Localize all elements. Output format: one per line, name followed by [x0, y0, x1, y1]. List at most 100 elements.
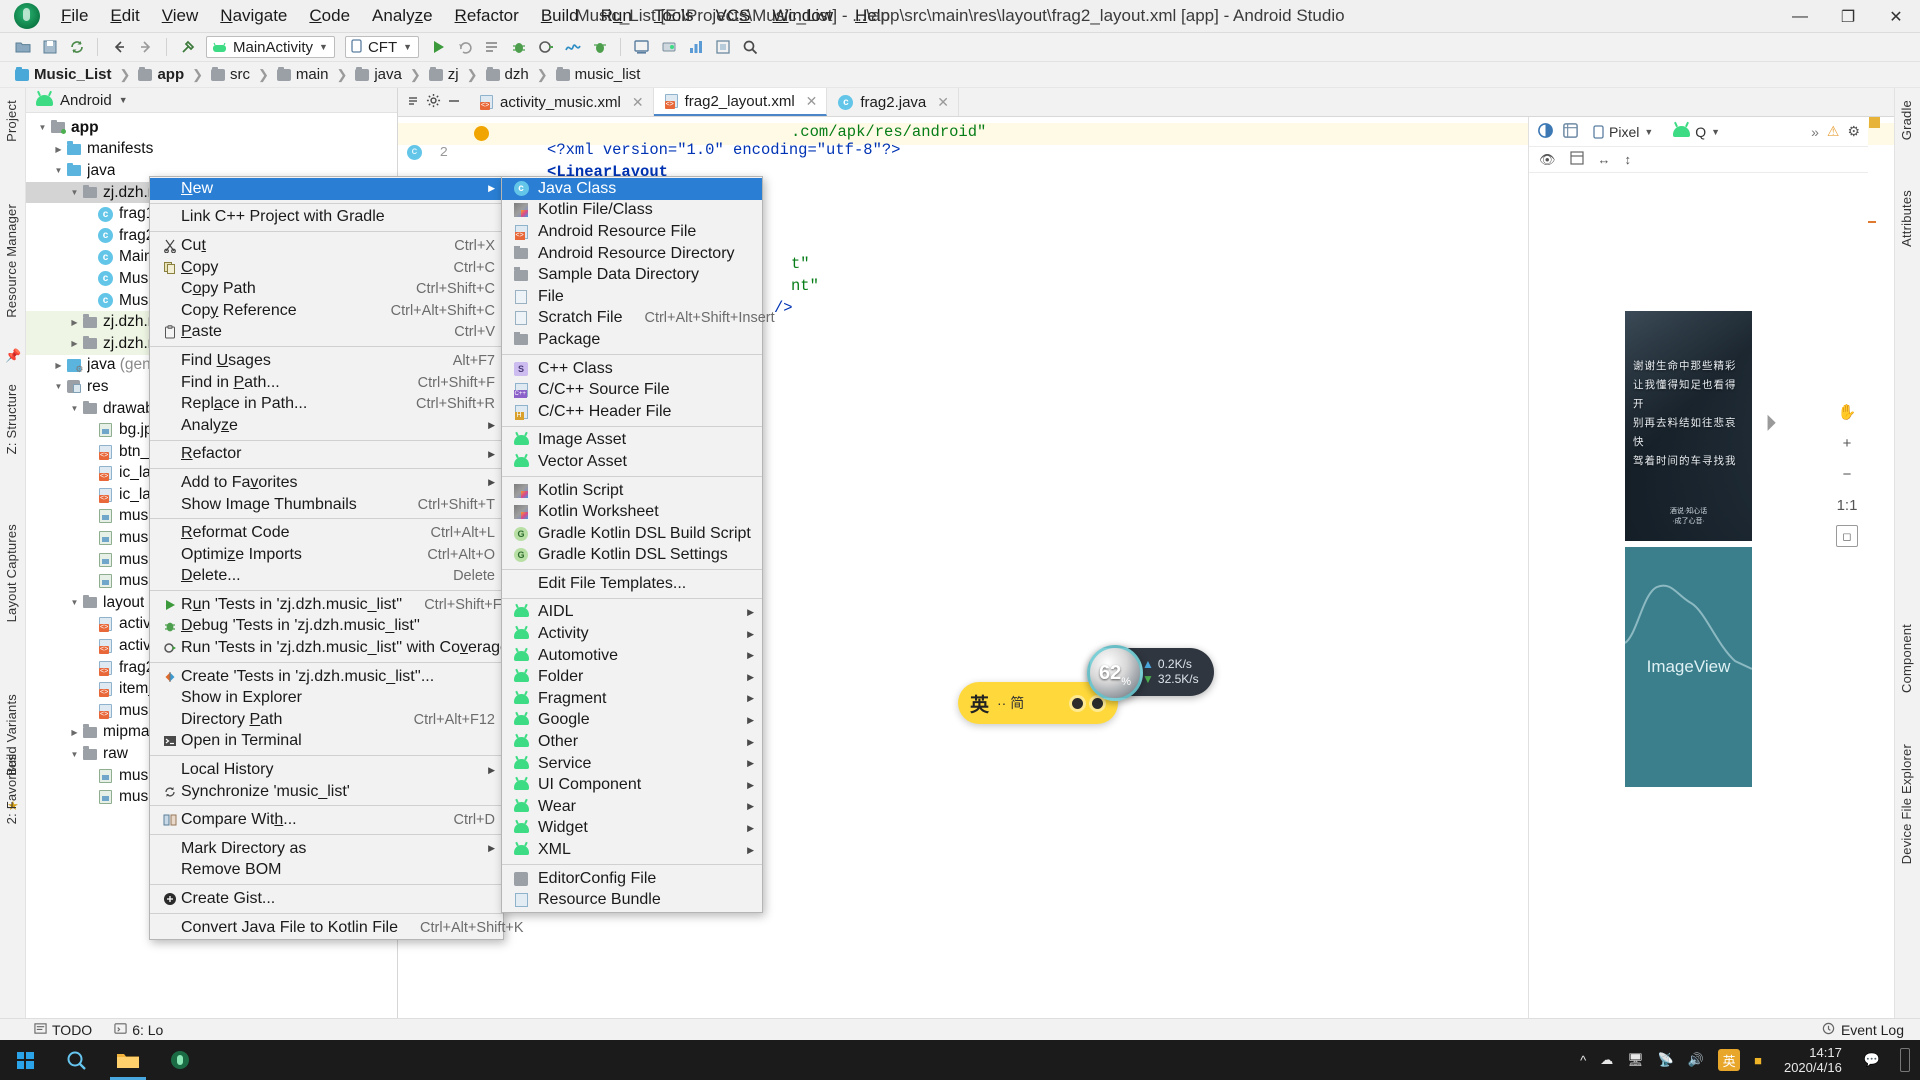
- menu-window[interactable]: Window: [762, 2, 844, 30]
- window-controls[interactable]: — ❐ ✕: [1776, 0, 1920, 33]
- menu-file[interactable]: File: [50, 2, 99, 30]
- device-selector-preview[interactable]: Pixel ▼: [1587, 122, 1659, 142]
- inspection-marker[interactable]: [1869, 117, 1880, 128]
- design-preview-panel[interactable]: Pixel ▼ Q ▼ » ⚠ ⚙ 👁 ↔ ↕ 谢谢生命中那些: [1528, 117, 1868, 1018]
- context-menu-item-create-tests-in-zj-dzh-music-list[interactable]: Create 'Tests in 'zj.dzh.music_list''...: [150, 666, 503, 688]
- tree-twisty-collapsed[interactable]: [52, 361, 65, 370]
- context-menu-item-reformat-code[interactable]: Reformat CodeCtrl+Alt+L: [150, 522, 503, 544]
- context-menu[interactable]: New▶Link C++ Project with GradleCutCtrl+…: [149, 176, 504, 940]
- tree-twisty-expanded[interactable]: [68, 188, 81, 197]
- close-button[interactable]: ✕: [1872, 0, 1920, 33]
- run-tests-icon[interactable]: [587, 35, 612, 60]
- tray-app-icon[interactable]: ■: [1754, 1053, 1762, 1068]
- menu-navigate[interactable]: Navigate: [209, 2, 298, 30]
- chevron-down-icon-2[interactable]: ▼: [403, 42, 412, 52]
- menu-view[interactable]: View: [151, 2, 210, 30]
- layout-icon[interactable]: [1570, 151, 1584, 168]
- menu-analyze[interactable]: Analyze: [361, 2, 444, 30]
- new-submenu-item-edit-file-templates[interactable]: Edit File Templates...: [502, 573, 762, 595]
- context-menu-item-run-tests-in-zj-dzh-music-list-with-coverage[interactable]: Run 'Tests in 'zj.dzh.music_list'' with …: [150, 637, 503, 659]
- cpu-usage-ball[interactable]: 62 %: [1087, 645, 1143, 701]
- system-tray[interactable]: ^ ☁ 🖥 📡 🔊 英 ■ 14:17 2020/4/16 💬: [1580, 1045, 1920, 1075]
- new-submenu-item-editorconfig-file[interactable]: EditorConfig File: [502, 868, 762, 890]
- left-tool-rail[interactable]: Project Resource Manager 📌 Z: Structure …: [0, 88, 26, 1040]
- resize-handle-icon[interactable]: ◢: [1756, 412, 1777, 433]
- rail-tab-attributes[interactable]: Attributes: [1894, 184, 1919, 253]
- start-button[interactable]: [0, 1040, 50, 1080]
- new-submenu-item-c-c-source-file[interactable]: C/C++ Source File: [502, 379, 762, 401]
- breadcrumb-item-7[interactable]: music_list: [553, 65, 644, 84]
- chevron-down-icon-api[interactable]: ▼: [1711, 127, 1720, 137]
- project-view-selector[interactable]: Android ▼: [26, 88, 397, 113]
- new-submenu-item-package[interactable]: Package: [502, 329, 762, 351]
- editor-tab-0[interactable]: activity_music.xml ✕: [469, 88, 654, 116]
- imageview-widget[interactable]: ImageView: [1625, 547, 1752, 787]
- context-menu-item-copy-reference[interactable]: Copy ReferenceCtrl+Alt+Shift+C: [150, 300, 503, 322]
- bottom-tool-window-bar[interactable]: TODO 6: Lo Event Log: [0, 1018, 1920, 1040]
- breadcrumb-item-3[interactable]: main: [274, 65, 332, 84]
- breadcrumb-item-6[interactable]: dzh: [483, 65, 532, 84]
- new-submenu-item-google[interactable]: Google▶: [502, 710, 762, 732]
- menu-refactor[interactable]: Refactor: [444, 2, 530, 30]
- warning-icon[interactable]: ⚠: [1827, 123, 1840, 140]
- tray-ime-indicator[interactable]: 英: [1718, 1049, 1740, 1071]
- settings-icon-preview[interactable]: ⚙: [1847, 123, 1860, 140]
- rail-tab-layout-captures[interactable]: Layout Captures: [0, 518, 24, 628]
- taskbar-android-studio[interactable]: [154, 1040, 206, 1080]
- tray-expand-icon[interactable]: ^: [1580, 1053, 1586, 1068]
- rail-tab-resource-manager[interactable]: Resource Manager: [0, 198, 24, 324]
- apply-changes-icon[interactable]: [452, 35, 477, 60]
- vertical-constraint-icon[interactable]: ↕: [1625, 152, 1632, 167]
- new-submenu-item-service[interactable]: Service▶: [502, 753, 762, 775]
- new-submenu-item-android-resource-file[interactable]: Android Resource File: [502, 221, 762, 243]
- tree-twisty-expanded[interactable]: [36, 123, 49, 132]
- tray-monitor-icon[interactable]: 🖥: [1627, 1052, 1644, 1068]
- hide-icon[interactable]: [447, 94, 461, 111]
- breadcrumb-item-5[interactable]: zj: [426, 65, 462, 84]
- rail-tab-component[interactable]: Component: [1894, 618, 1919, 699]
- new-submenu-item-c-c-header-file[interactable]: C/C++ Header File: [502, 401, 762, 423]
- context-menu-item-debug-tests-in-zj-dzh-music-list[interactable]: Debug 'Tests in 'zj.dzh.music_list'': [150, 616, 503, 638]
- new-submenu-item-other[interactable]: Other▶: [502, 731, 762, 753]
- avd-manager-icon[interactable]: [629, 35, 654, 60]
- tree-twisty-expanded[interactable]: [68, 598, 81, 607]
- tree-twisty-collapsed[interactable]: [68, 318, 81, 327]
- tray-network-icon[interactable]: 📡: [1658, 1052, 1674, 1068]
- context-menu-item-optimize-imports[interactable]: Optimize ImportsCtrl+Alt+O: [150, 544, 503, 566]
- context-menu-item-synchronize-music-list[interactable]: Synchronize 'music_list': [150, 781, 503, 803]
- run-configuration-selector[interactable]: MainActivity ▼: [206, 36, 335, 58]
- notification-icon[interactable]: 💬: [1864, 1052, 1880, 1068]
- ime-language-label[interactable]: 英: [970, 690, 989, 717]
- new-submenu-item-sample-data-directory[interactable]: Sample Data Directory: [502, 264, 762, 286]
- new-submenu[interactable]: cJava ClassKotlin File/ClassAndroid Reso…: [501, 176, 763, 913]
- gutter-class-icon[interactable]: c: [407, 145, 422, 160]
- close-tab-icon-2[interactable]: ✕: [937, 94, 949, 111]
- context-menu-item-copy-path[interactable]: Copy PathCtrl+Shift+C: [150, 278, 503, 300]
- preview-toolbar[interactable]: Pixel ▼ Q ▼ » ⚠ ⚙: [1529, 117, 1868, 147]
- profiler2-icon[interactable]: [683, 35, 708, 60]
- menu-code[interactable]: Code: [298, 2, 361, 30]
- windows-taskbar[interactable]: ^ ☁ 🖥 📡 🔊 英 ■ 14:17 2020/4/16 💬: [0, 1040, 1920, 1080]
- preview-canvas[interactable]: 谢谢生命中那些精彩 让我懂得知足也看得开 别再去料结如往悲哀快 驾着时间的车寻找…: [1529, 173, 1868, 1018]
- new-submenu-item-gradle-kotlin-dsl-build-script[interactable]: GGradle Kotlin DSL Build Script: [502, 523, 762, 545]
- ime-dot-1[interactable]: [1069, 695, 1086, 712]
- chevron-down-icon-device[interactable]: ▼: [1644, 127, 1653, 137]
- taskbar-search[interactable]: [50, 1040, 102, 1080]
- zoom-out-button[interactable]: −: [1836, 463, 1858, 485]
- run-button[interactable]: [425, 35, 450, 60]
- menu-help[interactable]: Help: [844, 2, 901, 30]
- back-icon[interactable]: [106, 35, 131, 60]
- right-tool-rail[interactable]: Gradle Attributes Component Device File …: [1894, 88, 1920, 1040]
- new-submenu-item-fragment[interactable]: Fragment▶: [502, 688, 762, 710]
- minimize-button[interactable]: —: [1776, 0, 1824, 33]
- new-submenu-item-folder[interactable]: Folder▶: [502, 666, 762, 688]
- new-submenu-item-activity[interactable]: Activity▶: [502, 623, 762, 645]
- overflow-icon[interactable]: »: [1811, 124, 1819, 140]
- context-menu-item-mark-directory-as[interactable]: Mark Directory as▶: [150, 838, 503, 860]
- new-submenu-item-android-resource-directory[interactable]: Android Resource Directory: [502, 243, 762, 265]
- tree-twisty-expanded[interactable]: [52, 382, 65, 391]
- maximize-button[interactable]: ❐: [1824, 0, 1872, 33]
- tray-cloud-icon[interactable]: ☁: [1600, 1052, 1613, 1068]
- context-menu-item-replace-in-path[interactable]: Replace in Path...Ctrl+Shift+R: [150, 393, 503, 415]
- open-icon[interactable]: [10, 35, 35, 60]
